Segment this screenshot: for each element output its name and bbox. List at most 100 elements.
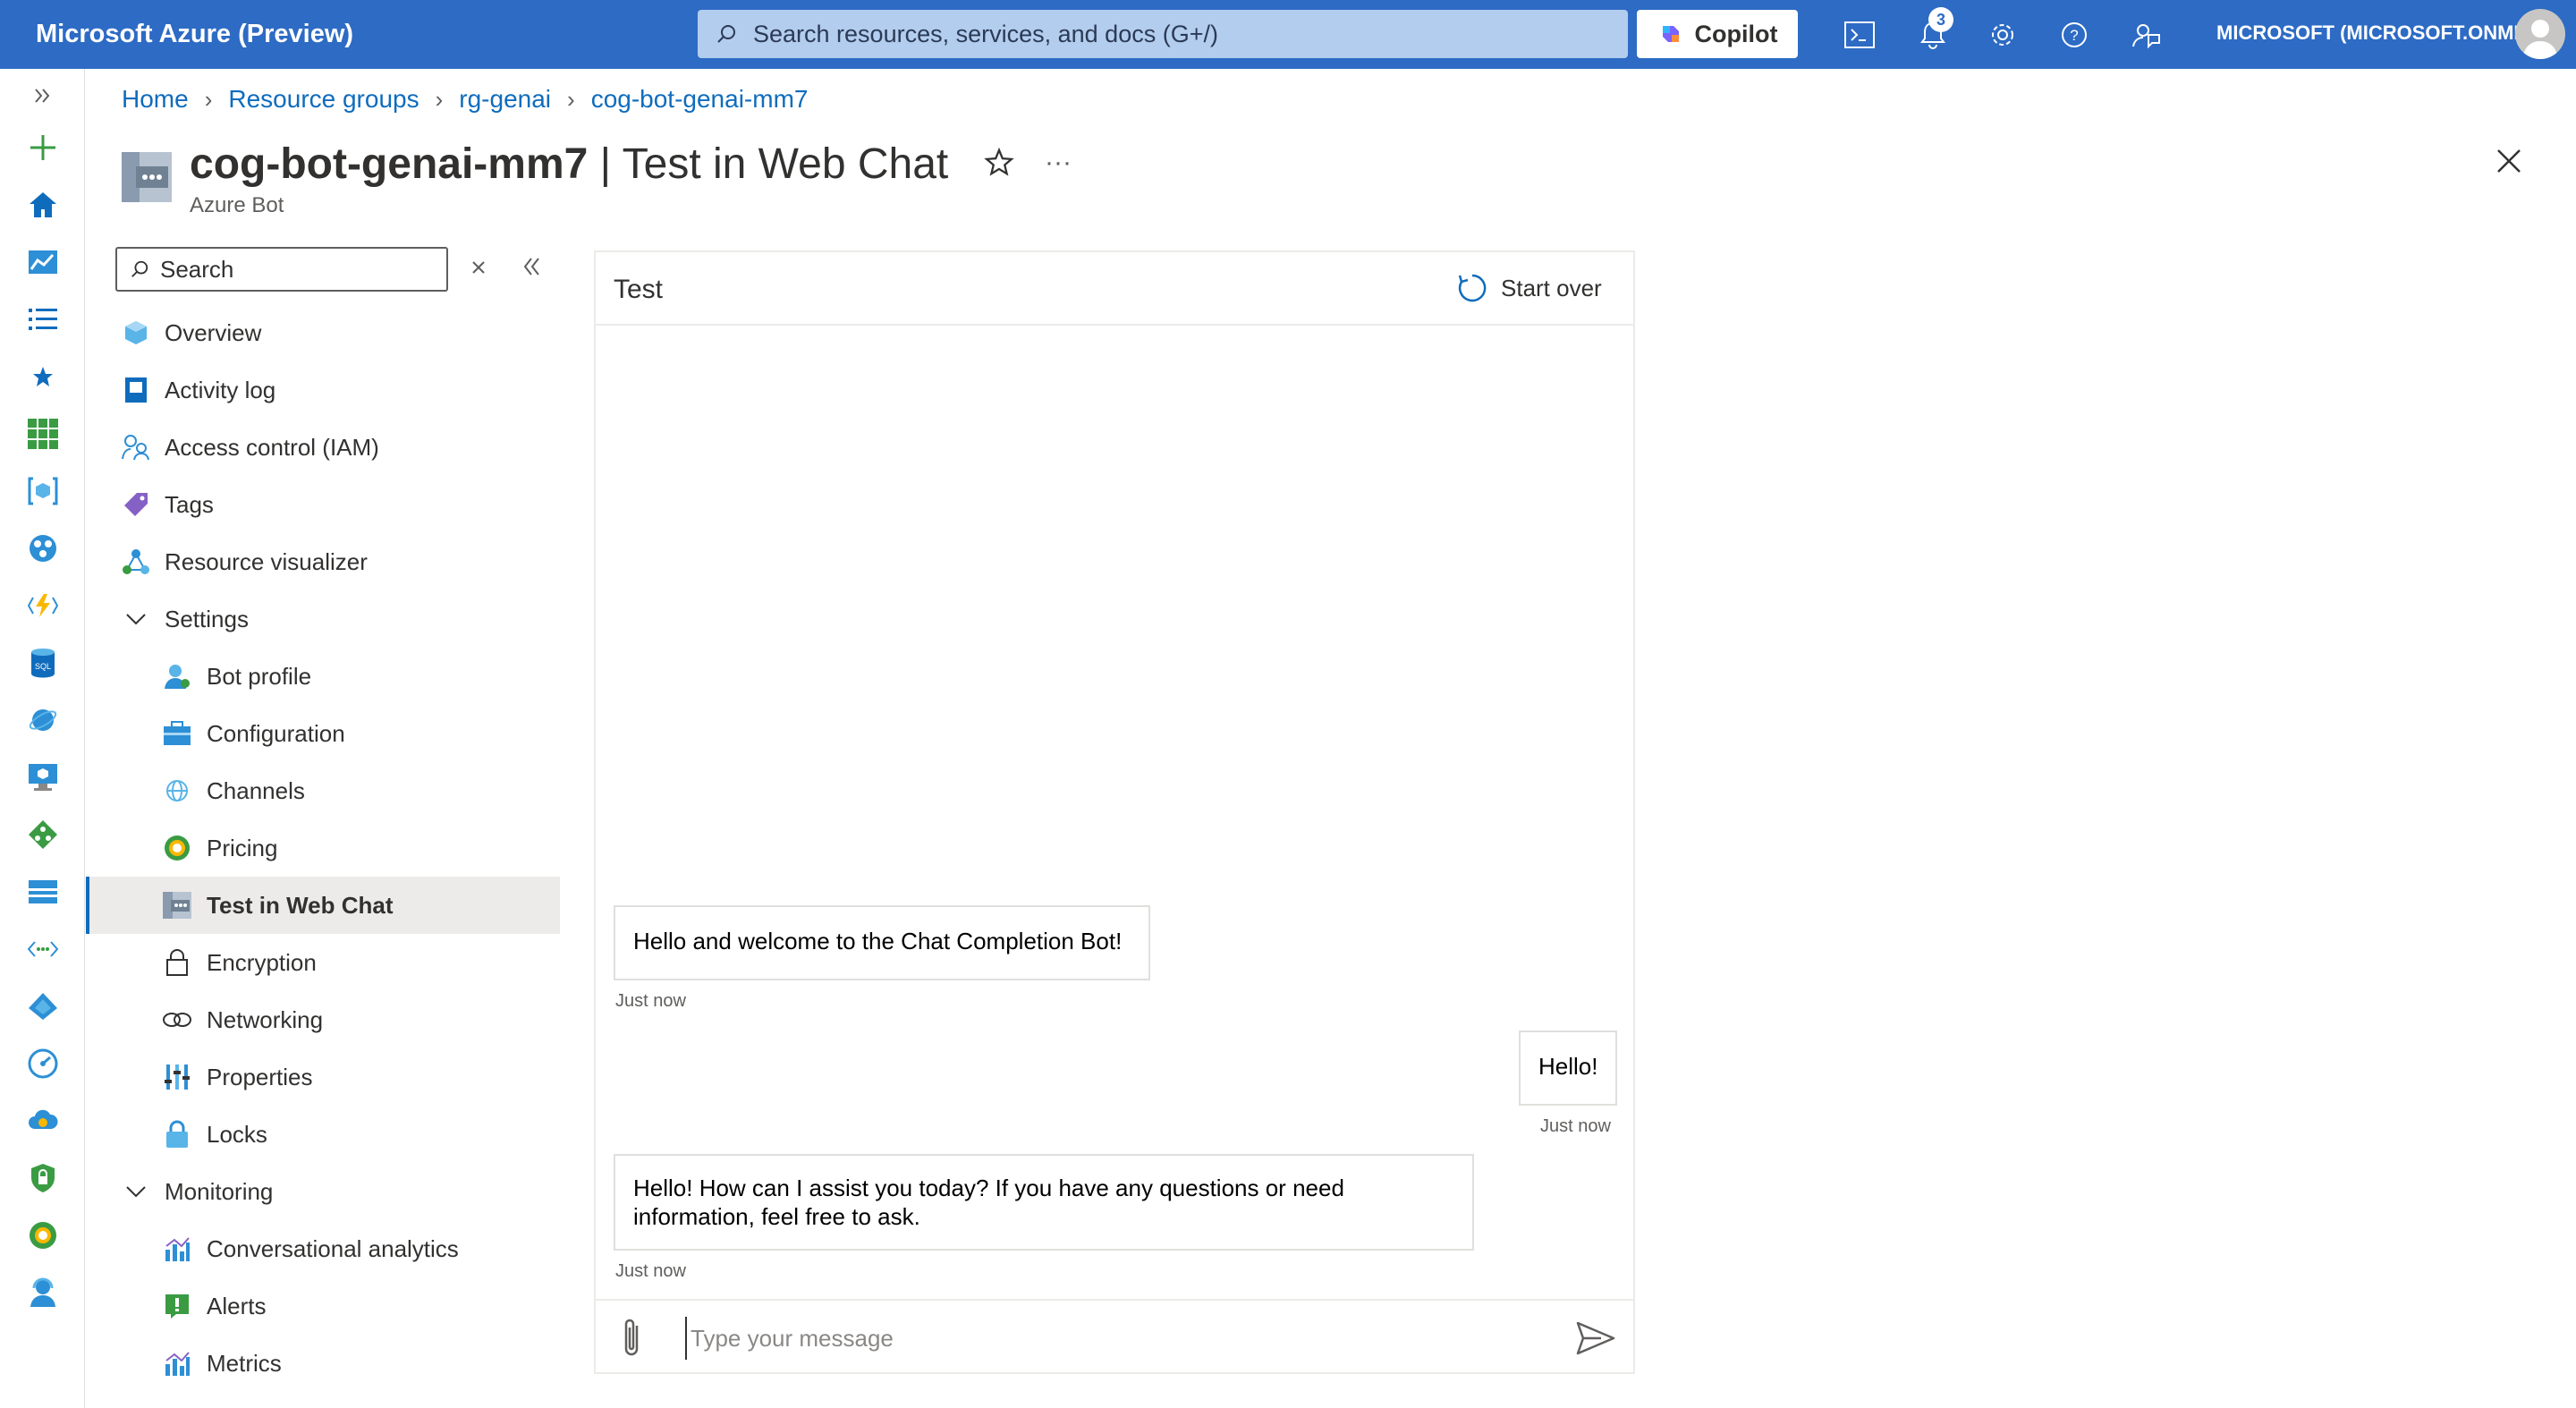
menu-item-label: Configuration: [207, 719, 345, 747]
menu-item-label: Channels: [207, 776, 305, 804]
dashboard-icon[interactable]: [25, 244, 61, 280]
locks-icon: [161, 1118, 193, 1150]
analytics-icon: [161, 1233, 193, 1265]
defender-icon[interactable]: [25, 1160, 61, 1196]
portal-brand[interactable]: Microsoft Azure (Preview): [36, 20, 698, 49]
breadcrumb-bot-resource[interactable]: cog-bot-genai-mm7: [591, 85, 809, 114]
bot-message: Hello! How can I assist you today? If yo…: [614, 1154, 1474, 1251]
menu-item-activity-log[interactable]: Activity log: [86, 361, 560, 419]
entra-id-icon[interactable]: [25, 988, 61, 1024]
feedback-icon[interactable]: [2127, 16, 2165, 54]
app-services-icon[interactable]: [25, 530, 61, 566]
resource-groups-icon[interactable]: [25, 473, 61, 509]
menu-search-input[interactable]: Search: [115, 247, 448, 292]
help-icon[interactable]: ?: [2055, 16, 2093, 54]
menu-item-encryption[interactable]: Encryption: [86, 934, 560, 991]
sql-database-icon[interactable]: SQL: [25, 645, 61, 681]
chevron-down-icon: [120, 1175, 152, 1208]
collapse-menu-icon[interactable]: [519, 254, 544, 279]
menu-item-bot-profile[interactable]: Bot profile: [86, 648, 560, 705]
expand-menu-icon[interactable]: [25, 78, 61, 114]
menu-search-placeholder: Search: [160, 255, 234, 283]
channels-icon: [161, 775, 193, 807]
breadcrumb-resource-groups[interactable]: Resource groups: [228, 85, 419, 114]
cloud-shell-icon[interactable]: [1841, 16, 1878, 54]
web-chat-header: Test Start over: [596, 252, 1633, 326]
favorite-star-icon[interactable]: [984, 148, 1014, 178]
menu-item-configuration[interactable]: Configuration: [86, 705, 560, 762]
menu-item-tags[interactable]: Tags: [86, 476, 560, 533]
load-balancers-icon[interactable]: [25, 817, 61, 852]
menu-item-locks[interactable]: Locks: [86, 1106, 560, 1163]
virtual-networks-icon[interactable]: [25, 931, 61, 967]
web-chat-panel: Test Start over Hello and welcome to the…: [594, 250, 1635, 1374]
menu-item-alerts[interactable]: Alerts: [86, 1277, 560, 1335]
menu-item-test-in-web-chat[interactable]: Test in Web Chat: [86, 877, 560, 934]
bot-message: Hello and welcome to the Chat Completion…: [614, 905, 1150, 980]
menu-item-pricing[interactable]: Pricing: [86, 819, 560, 877]
virtual-machines-icon[interactable]: [25, 759, 61, 795]
tag-icon: [120, 488, 152, 521]
global-search-input[interactable]: Search resources, services, and docs (G+…: [698, 10, 1628, 58]
iam-icon: [120, 431, 152, 463]
clear-search-icon[interactable]: [467, 256, 490, 279]
all-services-icon[interactable]: [25, 301, 61, 337]
breadcrumb: Home › Resource groups › rg-genai › cog-…: [122, 85, 808, 114]
menu-item-access-control[interactable]: Access control (IAM): [86, 419, 560, 476]
overview-icon: [120, 317, 152, 349]
avatar[interactable]: [2515, 9, 2565, 59]
advisor-icon[interactable]: [25, 1103, 61, 1139]
search-icon: [717, 25, 735, 43]
menu-item-label: Access control (IAM): [165, 433, 379, 461]
menu-group-settings[interactable]: Settings: [86, 590, 560, 648]
resource-type: Azure Bot: [190, 193, 284, 217]
close-icon[interactable]: [2496, 148, 2522, 174]
menu-item-resource-visualizer[interactable]: Resource visualizer: [86, 533, 560, 590]
copilot-label: Copilot: [1694, 20, 1778, 47]
chevron-right-icon: ›: [567, 85, 575, 113]
notification-count-badge: 3: [1928, 7, 1953, 32]
search-icon: [131, 260, 148, 277]
breadcrumb-rg-genai[interactable]: rg-genai: [459, 85, 551, 114]
menu-item-label: Metrics: [207, 1349, 282, 1377]
cost-management-icon[interactable]: [25, 1217, 61, 1253]
more-options-icon[interactable]: ···: [1045, 148, 1072, 178]
message-input[interactable]: [685, 1317, 1490, 1360]
properties-icon: [161, 1061, 193, 1093]
start-over-button[interactable]: Start over: [1456, 272, 1602, 304]
menu-item-metrics[interactable]: Metrics: [86, 1335, 560, 1392]
settings-icon[interactable]: [1984, 16, 2021, 54]
top-bar: Microsoft Azure (Preview) Search resourc…: [0, 0, 2576, 69]
send-icon[interactable]: [1576, 1320, 1615, 1356]
web-chat-title: Test: [614, 275, 664, 304]
help-support-icon[interactable]: [25, 1275, 61, 1310]
favorites-star-icon[interactable]: [25, 359, 61, 394]
account-name[interactable]: MICROSOFT (MICROSOFT.ONMI...: [2216, 21, 2536, 45]
storage-accounts-icon[interactable]: [25, 874, 61, 910]
function-app-icon[interactable]: [25, 588, 61, 623]
visualizer-icon: [120, 546, 152, 578]
start-over-label: Start over: [1501, 274, 1602, 301]
page-title: cog-bot-genai-mm7 | Test in Web Chat: [190, 140, 948, 189]
menu-item-conversational-analytics[interactable]: Conversational analytics: [86, 1220, 560, 1277]
menu-item-networking[interactable]: Networking: [86, 991, 560, 1048]
menu-group-monitoring[interactable]: Monitoring: [86, 1163, 560, 1220]
breadcrumb-home[interactable]: Home: [122, 85, 189, 114]
home-icon[interactable]: [25, 187, 61, 223]
global-search-placeholder: Search resources, services, and docs (G+…: [753, 20, 1218, 47]
create-resource-icon[interactable]: [25, 130, 61, 165]
monitor-icon[interactable]: [25, 1046, 61, 1081]
menu-item-overview[interactable]: Overview: [86, 304, 560, 361]
bot-profile-icon: [161, 660, 193, 692]
menu-item-properties[interactable]: Properties: [86, 1048, 560, 1106]
svg-text:?: ?: [2070, 27, 2078, 44]
pricing-icon: [161, 832, 193, 864]
metrics-icon: [161, 1347, 193, 1379]
menu-item-channels[interactable]: Channels: [86, 762, 560, 819]
menu-item-label: Encryption: [207, 948, 317, 976]
networking-icon: [161, 1004, 193, 1036]
copilot-button[interactable]: Copilot: [1637, 10, 1798, 58]
attachment-icon[interactable]: [614, 1317, 653, 1360]
cosmos-db-icon[interactable]: [25, 702, 61, 738]
all-resources-icon[interactable]: [25, 416, 61, 452]
